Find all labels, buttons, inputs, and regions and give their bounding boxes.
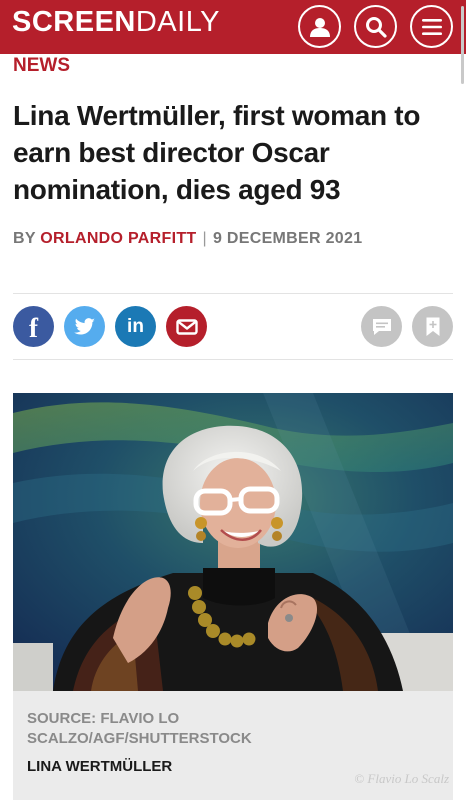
- email-icon: [175, 318, 198, 335]
- byline-prefix: BY: [13, 230, 36, 247]
- scrollbar[interactable]: [461, 6, 464, 84]
- byline-separator: |: [202, 230, 207, 247]
- divider: [13, 359, 453, 360]
- email-share-button[interactable]: [166, 306, 207, 347]
- twitter-share-button[interactable]: [64, 306, 105, 347]
- facebook-share-button[interactable]: f: [13, 306, 54, 347]
- comments-button[interactable]: [361, 306, 402, 347]
- bookmark-icon: [426, 317, 439, 336]
- facebook-icon: f: [29, 312, 38, 343]
- user-icon: [309, 17, 330, 37]
- search-icon: [365, 16, 387, 38]
- publish-date: 9 DECEMBER 2021: [212, 230, 363, 247]
- search-button[interactable]: [354, 5, 397, 48]
- byline: BY ORLANDO PARFITT | 9 DECEMBER 2021: [13, 230, 362, 248]
- photo-caption-box: SOURCE: FLAVIO LO SCALZO/AGF/SHUTTERSTOC…: [13, 691, 453, 800]
- bookmark-button[interactable]: [412, 306, 453, 347]
- photo-caption: LINA WERTMÜLLER: [27, 758, 173, 775]
- portrait-photo: [13, 393, 453, 691]
- divider: [13, 293, 453, 294]
- logo-bold-text: SCREEN: [12, 6, 136, 38]
- linkedin-icon: in: [127, 316, 144, 337]
- site-header: SCREENDAILY: [0, 0, 466, 54]
- account-button[interactable]: [298, 5, 341, 48]
- article-headline: Lina Wertmüller, first woman to earn bes…: [13, 100, 421, 205]
- section-label[interactable]: NEWS: [13, 55, 70, 77]
- linkedin-share-button[interactable]: in: [115, 306, 156, 347]
- article-photo[interactable]: [13, 393, 453, 691]
- comment-icon: [372, 318, 391, 335]
- photo-credit: SOURCE: FLAVIO LO SCALZO/AGF/SHUTTERSTOC…: [27, 710, 252, 747]
- photo-watermark: © Flavio Lo Scalz: [354, 771, 449, 786]
- author-link[interactable]: ORLANDO PARFITT: [40, 230, 196, 247]
- menu-button[interactable]: [410, 5, 453, 48]
- site-logo[interactable]: SCREENDAILY: [12, 6, 220, 39]
- twitter-icon: [73, 317, 95, 335]
- hamburger-menu-icon: [421, 18, 442, 35]
- logo-light-text: DAILY: [135, 6, 221, 38]
